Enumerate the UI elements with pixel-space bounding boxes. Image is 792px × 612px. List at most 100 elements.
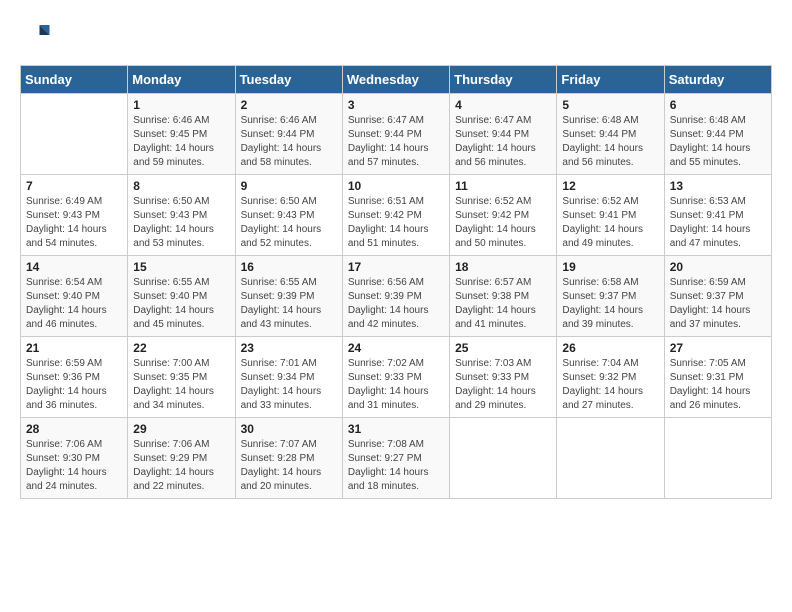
cell-details: Sunrise: 6:59 AM Sunset: 9:37 PM Dayligh… [670, 276, 766, 332]
cell-details: Sunrise: 7:07 AM Sunset: 9:28 PM Dayligh… [241, 438, 337, 494]
day-number: 10 [348, 179, 444, 193]
calendar-cell: 7 Sunrise: 6:49 AM Sunset: 9:43 PM Daylig… [21, 175, 128, 256]
calendar-cell: 29Sunrise: 7:06 AM Sunset: 9:29 PM Dayli… [128, 418, 235, 499]
cell-details: Sunrise: 7:08 AM Sunset: 9:27 PM Dayligh… [348, 438, 444, 494]
day-number: 31 [348, 422, 444, 436]
day-number: 24 [348, 341, 444, 355]
day-number: 25 [455, 341, 551, 355]
cell-details: Sunrise: 6:49 AM Sunset: 9:43 PM Dayligh… [26, 195, 122, 251]
calendar-cell: 11Sunrise: 6:52 AM Sunset: 9:42 PM Dayli… [450, 175, 557, 256]
day-number: 21 [26, 341, 122, 355]
cell-details: Sunrise: 6:46 AM Sunset: 9:45 PM Dayligh… [133, 114, 229, 170]
day-number: 2 [241, 98, 337, 112]
day-number: 14 [26, 260, 122, 274]
week-row-1: 1 Sunrise: 6:46 AM Sunset: 9:45 PM Daylig… [21, 94, 772, 175]
header-monday: Monday [128, 66, 235, 94]
day-number: 8 [133, 179, 229, 193]
calendar-cell: 6 Sunrise: 6:48 AM Sunset: 9:44 PM Daylig… [664, 94, 771, 175]
cell-details: Sunrise: 6:57 AM Sunset: 9:38 PM Dayligh… [455, 276, 551, 332]
calendar-cell [557, 418, 664, 499]
cell-details: Sunrise: 6:55 AM Sunset: 9:39 PM Dayligh… [241, 276, 337, 332]
calendar-cell: 13 Sunrise: 6:53 AM Sunset: 9:41 PM Dayli… [664, 175, 771, 256]
day-number: 16 [241, 260, 337, 274]
cell-details: Sunrise: 7:06 AM Sunset: 9:30 PM Dayligh… [26, 438, 122, 494]
day-number: 30 [241, 422, 337, 436]
cell-details: Sunrise: 6:50 AM Sunset: 9:43 PM Dayligh… [241, 195, 337, 251]
header-friday: Friday [557, 66, 664, 94]
week-row-5: 28 Sunrise: 7:06 AM Sunset: 9:30 PM Dayli… [21, 418, 772, 499]
week-row-4: 21Sunrise: 6:59 AM Sunset: 9:36 PM Dayli… [21, 337, 772, 418]
day-number: 9 [241, 179, 337, 193]
cell-details: Sunrise: 6:46 AM Sunset: 9:44 PM Dayligh… [241, 114, 337, 170]
cell-details: Sunrise: 6:54 AM Sunset: 9:40 PM Dayligh… [26, 276, 122, 332]
day-number: 1 [133, 98, 229, 112]
cell-details: Sunrise: 7:05 AM Sunset: 9:31 PM Dayligh… [670, 357, 766, 413]
calendar-cell: 12 Sunrise: 6:52 AM Sunset: 9:41 PM Dayli… [557, 175, 664, 256]
cell-details: Sunrise: 7:02 AM Sunset: 9:33 PM Dayligh… [348, 357, 444, 413]
day-number: 4 [455, 98, 551, 112]
calendar-cell: 21Sunrise: 6:59 AM Sunset: 9:36 PM Dayli… [21, 337, 128, 418]
header-tuesday: Tuesday [235, 66, 342, 94]
calendar-cell: 28 Sunrise: 7:06 AM Sunset: 9:30 PM Dayli… [21, 418, 128, 499]
day-number: 5 [562, 98, 658, 112]
day-number: 13 [670, 179, 766, 193]
cell-details: Sunrise: 6:58 AM Sunset: 9:37 PM Dayligh… [562, 276, 658, 332]
header-wednesday: Wednesday [342, 66, 449, 94]
cell-details: Sunrise: 6:56 AM Sunset: 9:39 PM Dayligh… [348, 276, 444, 332]
calendar-cell: 1 Sunrise: 6:46 AM Sunset: 9:45 PM Daylig… [128, 94, 235, 175]
calendar-cell [450, 418, 557, 499]
cell-details: Sunrise: 7:04 AM Sunset: 9:32 PM Dayligh… [562, 357, 658, 413]
day-number: 7 [26, 179, 122, 193]
calendar-cell: 3 Sunrise: 6:47 AM Sunset: 9:44 PM Daylig… [342, 94, 449, 175]
calendar-cell: 2 Sunrise: 6:46 AM Sunset: 9:44 PM Daylig… [235, 94, 342, 175]
logo-icon [22, 20, 52, 50]
day-number: 22 [133, 341, 229, 355]
day-number: 18 [455, 260, 551, 274]
calendar-cell: 10Sunrise: 6:51 AM Sunset: 9:42 PM Dayli… [342, 175, 449, 256]
day-number: 6 [670, 98, 766, 112]
day-number: 23 [241, 341, 337, 355]
header-saturday: Saturday [664, 66, 771, 94]
day-number: 28 [26, 422, 122, 436]
calendar-cell: 22Sunrise: 7:00 AM Sunset: 9:35 PM Dayli… [128, 337, 235, 418]
day-number: 3 [348, 98, 444, 112]
calendar-cell [664, 418, 771, 499]
day-number: 26 [562, 341, 658, 355]
calendar-cell: 18 Sunrise: 6:57 AM Sunset: 9:38 PM Dayli… [450, 256, 557, 337]
logo [20, 20, 52, 55]
calendar-cell: 5 Sunrise: 6:48 AM Sunset: 9:44 PM Daylig… [557, 94, 664, 175]
day-number: 29 [133, 422, 229, 436]
calendar-cell: 26 Sunrise: 7:04 AM Sunset: 9:32 PM Dayli… [557, 337, 664, 418]
calendar-cell: 15Sunrise: 6:55 AM Sunset: 9:40 PM Dayli… [128, 256, 235, 337]
cell-details: Sunrise: 6:50 AM Sunset: 9:43 PM Dayligh… [133, 195, 229, 251]
cell-details: Sunrise: 7:01 AM Sunset: 9:34 PM Dayligh… [241, 357, 337, 413]
calendar-cell: 9 Sunrise: 6:50 AM Sunset: 9:43 PM Daylig… [235, 175, 342, 256]
calendar-cell: 31 Sunrise: 7:08 AM Sunset: 9:27 PM Dayli… [342, 418, 449, 499]
calendar-cell: 8 Sunrise: 6:50 AM Sunset: 9:43 PM Daylig… [128, 175, 235, 256]
week-row-2: 7 Sunrise: 6:49 AM Sunset: 9:43 PM Daylig… [21, 175, 772, 256]
day-number: 19 [562, 260, 658, 274]
calendar-body: 1 Sunrise: 6:46 AM Sunset: 9:45 PM Daylig… [21, 94, 772, 499]
day-number: 11 [455, 179, 551, 193]
calendar-cell: 23 Sunrise: 7:01 AM Sunset: 9:34 PM Dayli… [235, 337, 342, 418]
day-number: 12 [562, 179, 658, 193]
cell-details: Sunrise: 6:48 AM Sunset: 9:44 PM Dayligh… [670, 114, 766, 170]
cell-details: Sunrise: 6:47 AM Sunset: 9:44 PM Dayligh… [348, 114, 444, 170]
calendar-cell [21, 94, 128, 175]
header-thursday: Thursday [450, 66, 557, 94]
calendar-header-row: SundayMondayTuesdayWednesdayThursdayFrid… [21, 66, 772, 94]
cell-details: Sunrise: 7:03 AM Sunset: 9:33 PM Dayligh… [455, 357, 551, 413]
day-number: 27 [670, 341, 766, 355]
week-row-3: 14 Sunrise: 6:54 AM Sunset: 9:40 PM Dayli… [21, 256, 772, 337]
cell-details: Sunrise: 6:48 AM Sunset: 9:44 PM Dayligh… [562, 114, 658, 170]
calendar-cell: 30 Sunrise: 7:07 AM Sunset: 9:28 PM Dayli… [235, 418, 342, 499]
header-sunday: Sunday [21, 66, 128, 94]
calendar-cell: 24 Sunrise: 7:02 AM Sunset: 9:33 PM Dayli… [342, 337, 449, 418]
calendar-cell: 27 Sunrise: 7:05 AM Sunset: 9:31 PM Dayli… [664, 337, 771, 418]
cell-details: Sunrise: 6:52 AM Sunset: 9:41 PM Dayligh… [562, 195, 658, 251]
calendar-cell: 17Sunrise: 6:56 AM Sunset: 9:39 PM Dayli… [342, 256, 449, 337]
cell-details: Sunrise: 6:53 AM Sunset: 9:41 PM Dayligh… [670, 195, 766, 251]
day-number: 20 [670, 260, 766, 274]
calendar-cell: 20 Sunrise: 6:59 AM Sunset: 9:37 PM Dayli… [664, 256, 771, 337]
page-header [20, 20, 772, 55]
